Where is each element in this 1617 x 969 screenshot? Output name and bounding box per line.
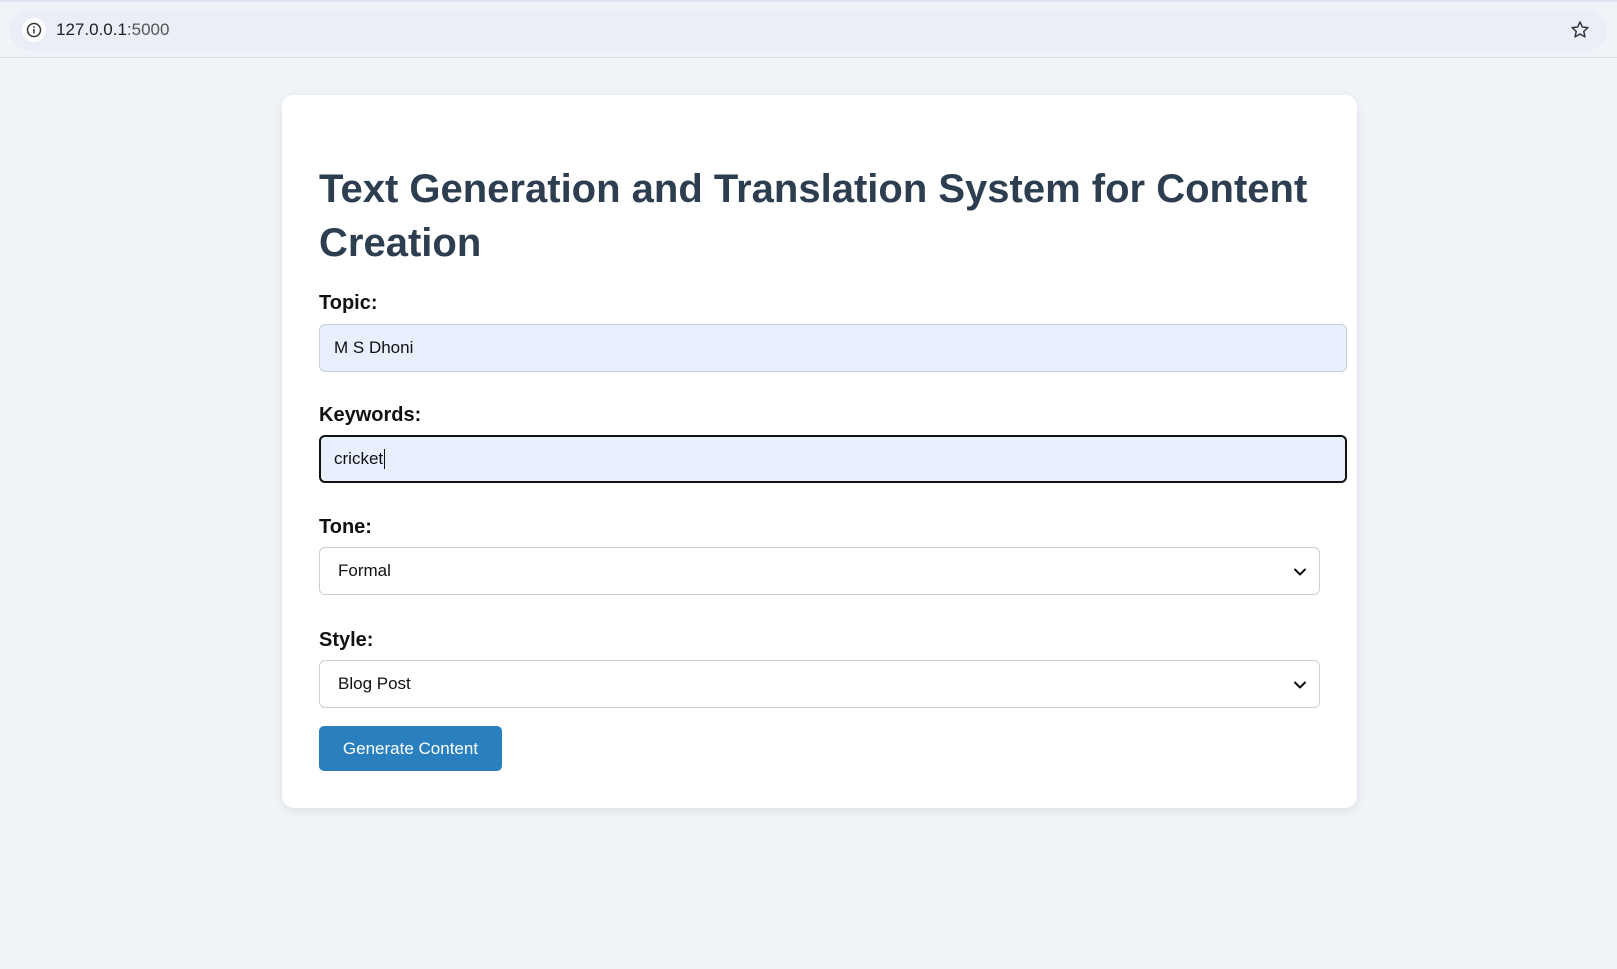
tone-selected-value: Formal [338,561,391,580]
style-selected-value: Blog Post [338,674,411,693]
chevron-down-icon [1294,681,1306,689]
chevron-down-icon [1294,568,1306,576]
generate-content-button[interactable]: Generate Content [319,726,502,771]
info-icon[interactable] [22,18,46,42]
tab-strip-edge [0,0,1617,2]
url-text[interactable]: 127.0.0.1:5000 [56,20,169,40]
text-caret [384,449,386,469]
tone-select[interactable]: Formal [319,547,1320,595]
tone-label: Tone: [319,516,372,538]
url-port: :5000 [126,20,170,39]
address-bar[interactable]: 127.0.0.1:5000 [10,9,1607,51]
keywords-input[interactable]: cricket [319,435,1347,483]
topic-input[interactable]: M S Dhoni [319,324,1347,372]
keywords-label: Keywords: [319,404,422,426]
topic-input-value: M S Dhoni [334,338,414,357]
style-select[interactable]: Blog Post [319,660,1320,708]
keywords-input-value: cricket [334,449,384,468]
star-icon[interactable] [1567,17,1593,43]
url-host: 127.0.0.1 [56,20,127,39]
content-card: Text Generation and Translation System f… [282,95,1357,808]
page-title: Text Generation and Translation System f… [319,167,1308,265]
topic-label: Topic: [319,292,378,314]
style-label: Style: [319,629,374,651]
toolbar-divider [0,57,1617,58]
